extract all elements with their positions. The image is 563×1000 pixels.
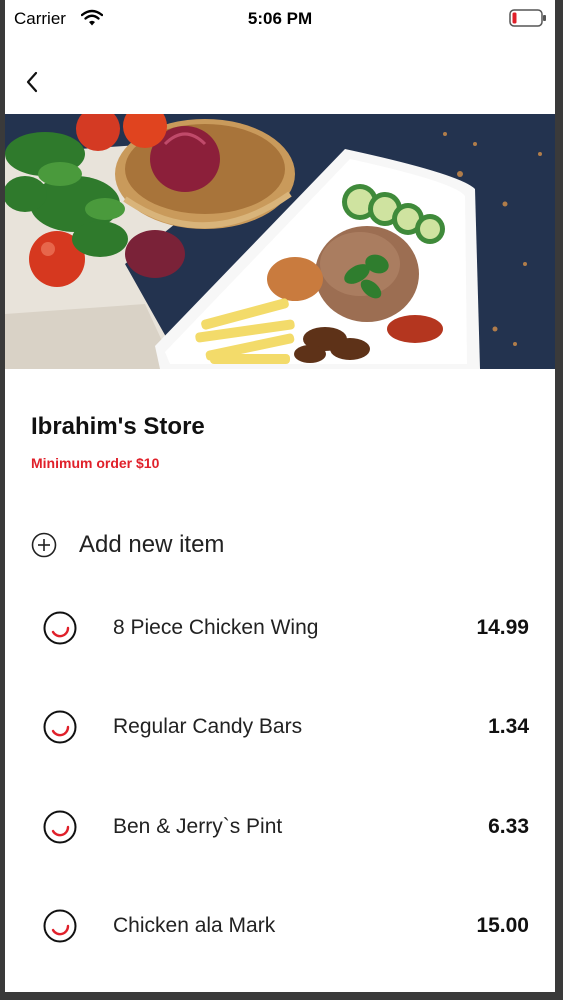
- item-name: Ben & Jerry`s Pint: [113, 815, 283, 838]
- navigation-bar: [5, 36, 555, 114]
- item-status-icon: [43, 611, 77, 645]
- item-name: 8 Piece Chicken Wing: [113, 616, 319, 639]
- list-item[interactable]: Ben & Jerry`s Pint 6.33: [5, 777, 555, 876]
- status-bar: Carrier 5:06 PM: [5, 0, 555, 36]
- status-time: 5:06 PM: [247, 9, 313, 28]
- item-status-icon: [43, 710, 77, 744]
- item-status-icon: [43, 909, 77, 943]
- item-name: Regular Candy Bars: [113, 715, 303, 738]
- add-new-item-label: Add new item: [79, 531, 225, 558]
- store-name: Ibrahim's Store: [31, 413, 205, 440]
- list-item[interactable]: Regular Candy Bars 1.34: [5, 677, 555, 776]
- item-price: 1.34: [488, 715, 529, 738]
- list-item[interactable]: 8 Piece Chicken Wing 14.99: [5, 578, 555, 677]
- back-button[interactable]: [21, 70, 45, 94]
- add-new-item-button[interactable]: Add new item: [31, 525, 431, 565]
- store-hero-image: [5, 114, 555, 369]
- phone-screen: Carrier 5:06 PM Ibrahim's Store Minimum …: [5, 0, 555, 992]
- plus-circle-icon: [31, 532, 57, 558]
- chevron-left-icon: [26, 71, 38, 93]
- minimum-order-label: Minimum order $10: [31, 455, 160, 471]
- item-status-icon: [43, 810, 77, 844]
- battery-icon: [509, 9, 547, 32]
- item-price: 14.99: [476, 616, 529, 639]
- list-item[interactable]: Chicken ala Mark 15.00: [5, 876, 555, 975]
- item-name: Chicken ala Mark: [113, 914, 276, 937]
- item-price: 6.33: [488, 815, 529, 838]
- item-price: 15.00: [476, 914, 529, 937]
